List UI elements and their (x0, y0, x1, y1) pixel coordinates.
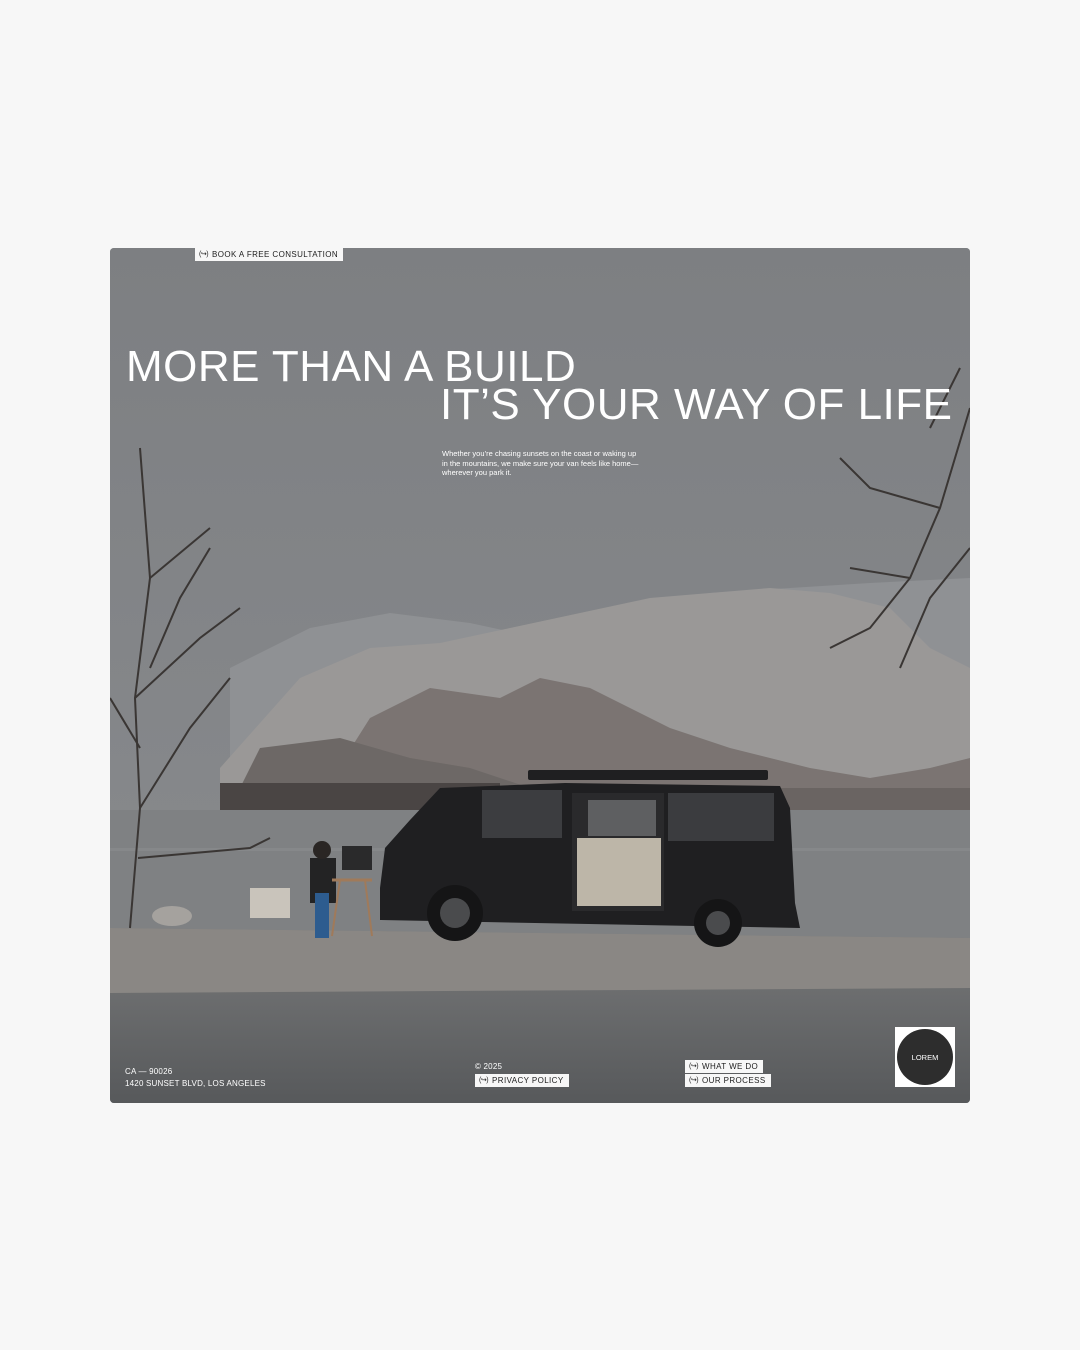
address-line-2: 1420 SUNSET BLVD, LOS ANGELES (125, 1079, 266, 1088)
logo-text: LOREM (911, 1052, 939, 1062)
logo-button[interactable]: LOREM (895, 1027, 955, 1087)
book-consultation-label: BOOK A FREE CONSULTATION (212, 250, 339, 259)
privacy-policy-label: PRIVACY POLICY (492, 1076, 564, 1085)
nav-item-label: WHAT WE DO (702, 1062, 759, 1071)
logo-mark: LOREM (897, 1029, 953, 1085)
nav-our-process[interactable]: (↪) OUR PROCESS (685, 1074, 771, 1087)
privacy-policy-link[interactable]: (↪) PRIVACY POLICY (475, 1074, 569, 1087)
headline-line-2: IT’S YOUR WAY OF LIFE (440, 380, 953, 429)
arrow-circle-icon: (↪) (689, 1063, 699, 1070)
nav-what-we-do[interactable]: (↪) WHAT WE DO (685, 1060, 764, 1073)
arrow-circle-icon: (↪) (689, 1077, 699, 1084)
arrow-circle-icon: (↪) (199, 251, 209, 258)
address-line-1: CA — 90026 (125, 1067, 173, 1076)
hero-subtext: Whether you’re chasing sunsets on the co… (442, 449, 639, 477)
hero-section: (↪) BOOK A FREE CONSULTATION MORE THAN A… (110, 248, 970, 1103)
arrow-circle-icon: (↪) (479, 1077, 489, 1084)
nav-item-label: OUR PROCESS (702, 1076, 766, 1085)
book-consultation-button[interactable]: (↪) BOOK A FREE CONSULTATION (195, 248, 344, 261)
copyright-text: © 2025 (475, 1062, 503, 1071)
